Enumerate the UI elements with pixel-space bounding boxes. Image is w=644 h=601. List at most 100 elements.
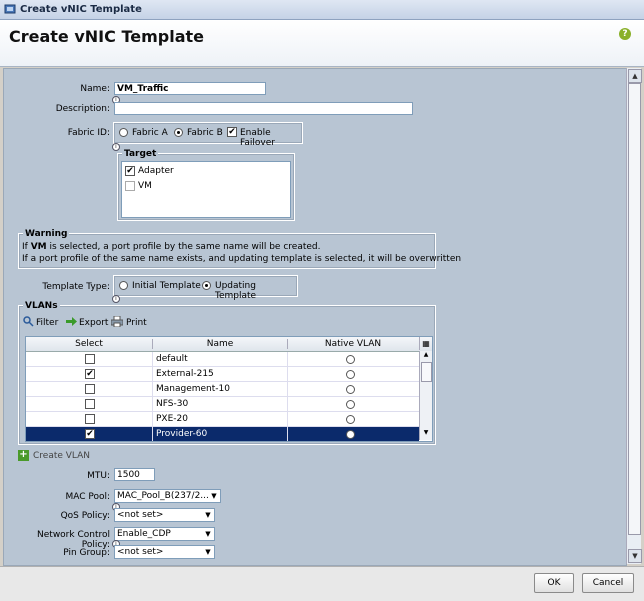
fabric-a-radio[interactable] xyxy=(119,128,128,137)
print-button[interactable]: Print xyxy=(126,318,147,328)
target-list: ✔ Adapter VM xyxy=(121,161,291,218)
filter-icon xyxy=(23,316,34,327)
vlan-select-checkbox[interactable]: ✔ xyxy=(85,429,95,439)
column-divider xyxy=(152,412,153,427)
dialog-footer: OK Cancel xyxy=(0,566,644,601)
mtu-input[interactable]: 1500 xyxy=(114,468,155,481)
target-adapter-label: Adapter xyxy=(138,166,174,176)
updating-template-label: Updating Template xyxy=(215,281,257,301)
name-input[interactable]: VM_Traffic xyxy=(114,82,266,95)
native-vlan-radio[interactable] xyxy=(346,385,355,394)
plus-icon: + xyxy=(18,449,29,461)
scroll-thumb[interactable] xyxy=(628,83,641,535)
target-title: Target xyxy=(122,149,159,159)
vlans-group: VLANs Filter Export Print Select Name Na… xyxy=(18,301,436,445)
fabric-b-label: Fabric B xyxy=(187,128,223,138)
cancel-button[interactable]: Cancel xyxy=(582,573,634,593)
native-vlan-radio[interactable] xyxy=(346,370,355,379)
initial-template-radio[interactable] xyxy=(119,281,128,290)
scroll-down-icon[interactable]: ▼ xyxy=(628,549,642,563)
updating-template-radio[interactable] xyxy=(202,281,211,290)
mac-pool-select[interactable]: MAC_Pool_B(237/2... ▼ xyxy=(114,489,221,503)
target-group: Target ✔ Adapter VM xyxy=(117,149,295,221)
vlan-name: NFS-30 xyxy=(156,399,189,409)
vlan-select-checkbox[interactable]: ✔ xyxy=(85,369,95,379)
vlan-name: Management-10 xyxy=(156,384,230,394)
pin-group-label: Pin Group: xyxy=(63,548,110,558)
table-row[interactable]: PXE-20 xyxy=(26,412,419,427)
enable-failover-checkbox[interactable]: ✔ xyxy=(227,127,237,137)
target-adapter-checkbox[interactable]: ✔ xyxy=(125,166,135,176)
column-divider xyxy=(287,427,288,441)
vlan-name: Provider-60 xyxy=(156,429,208,439)
vlan-table-scrollbar[interactable]: ▲ ▼ xyxy=(419,351,432,440)
column-divider xyxy=(152,427,153,441)
filter-button[interactable]: Filter xyxy=(36,318,58,328)
ok-button[interactable]: OK xyxy=(534,573,574,593)
chevron-down-icon: ▼ xyxy=(211,492,217,500)
column-divider xyxy=(287,412,288,427)
vlan-select-checkbox[interactable] xyxy=(85,399,95,409)
chevron-down-icon: ▼ xyxy=(205,530,211,538)
vlan-select-checkbox[interactable] xyxy=(85,384,95,394)
scroll-down-icon[interactable]: ▼ xyxy=(420,429,432,439)
enable-failover-label: Enable Failover xyxy=(240,128,275,148)
vlan-table-header: Select Name Native VLAN ▦ xyxy=(26,337,432,352)
window-title: Create vNIC Template xyxy=(20,4,142,15)
window-titlebar: Create vNIC Template xyxy=(0,0,644,20)
column-divider xyxy=(152,352,153,367)
vlans-title: VLANs xyxy=(23,301,60,311)
chevron-down-icon: ▼ xyxy=(205,511,211,519)
main-scrollbar[interactable]: ▲ ▼ xyxy=(626,68,642,564)
network-control-policy-select[interactable]: Enable_CDP ▼ xyxy=(114,527,215,541)
create-vlan-link[interactable]: Create VLAN xyxy=(33,451,90,461)
help-icon[interactable]: ? xyxy=(619,28,631,40)
template-type-group: Initial Template Updating Template xyxy=(113,275,298,301)
form-panel: Name: VM_Traffic i Description: Fabric I… xyxy=(3,68,627,566)
vlan-name: PXE-20 xyxy=(156,414,188,424)
mac-pool-value: MAC_Pool_B(237/2... xyxy=(117,491,209,501)
template-type-label: Template Type: xyxy=(42,282,110,292)
table-row[interactable]: ✔ External-215 xyxy=(26,367,419,382)
table-row[interactable]: Management-10 xyxy=(26,382,419,397)
native-vlan-radio[interactable] xyxy=(346,430,355,439)
network-control-policy-label: Network Control Policy: xyxy=(37,530,110,550)
column-divider xyxy=(152,397,153,412)
export-button[interactable]: Export xyxy=(79,318,108,328)
warning-line-1: If VM is selected, a port profile by the… xyxy=(22,242,321,252)
column-native-vlan[interactable]: Native VLAN xyxy=(288,339,418,349)
column-divider xyxy=(287,382,288,397)
table-row[interactable]: NFS-30 xyxy=(26,397,419,412)
scroll-thumb[interactable] xyxy=(421,362,432,382)
column-divider xyxy=(287,352,288,367)
warning-line-2: If a port profile of the same name exist… xyxy=(22,254,462,264)
native-vlan-radio[interactable] xyxy=(346,400,355,409)
pin-group-value: <not set> xyxy=(117,547,164,557)
mtu-label: MTU: xyxy=(87,471,110,481)
vlan-table: Select Name Native VLAN ▦ default ✔ Extern… xyxy=(25,336,433,442)
column-divider xyxy=(287,367,288,382)
table-row[interactable]: ✔ Provider-60 xyxy=(26,427,419,441)
qos-policy-value: <not set> xyxy=(117,510,164,520)
scroll-up-icon[interactable]: ▲ xyxy=(420,351,432,361)
warning-title: Warning xyxy=(23,229,70,239)
column-select[interactable]: Select xyxy=(26,339,153,349)
qos-policy-select[interactable]: <not set> ▼ xyxy=(114,508,215,522)
scroll-up-icon[interactable]: ▲ xyxy=(628,69,642,83)
column-chooser-icon[interactable]: ▦ xyxy=(419,337,432,350)
warning-box: Warning If VM is selected, a port profil… xyxy=(18,229,461,269)
vlan-select-checkbox[interactable] xyxy=(85,354,95,364)
fabric-b-radio[interactable] xyxy=(174,128,183,137)
native-vlan-radio[interactable] xyxy=(346,415,355,424)
vlan-select-checkbox[interactable] xyxy=(85,414,95,424)
target-vm-checkbox[interactable] xyxy=(125,181,135,191)
pin-group-select[interactable]: <not set> ▼ xyxy=(114,545,215,559)
network-control-policy-value: Enable_CDP xyxy=(117,529,171,539)
target-vm-label: VM xyxy=(138,181,152,191)
name-label: Name: xyxy=(80,84,110,94)
native-vlan-radio[interactable] xyxy=(346,355,355,364)
table-row[interactable]: default xyxy=(26,352,419,367)
description-input[interactable] xyxy=(114,102,413,115)
column-name[interactable]: Name xyxy=(153,339,288,349)
export-icon xyxy=(66,317,77,326)
